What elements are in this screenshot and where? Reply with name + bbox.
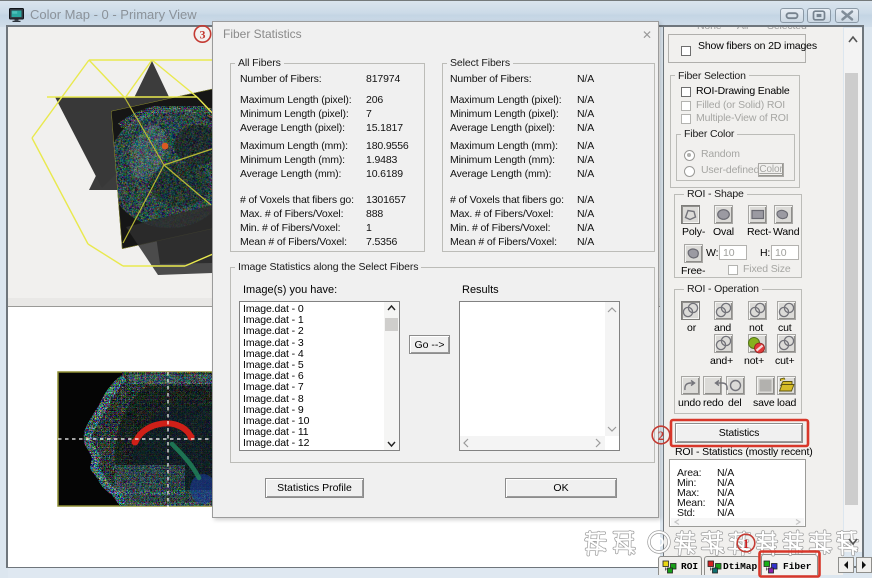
svg-text:1: 1 xyxy=(743,536,750,551)
svg-text:2: 2 xyxy=(658,428,665,443)
svg-text:3: 3 xyxy=(200,28,206,42)
